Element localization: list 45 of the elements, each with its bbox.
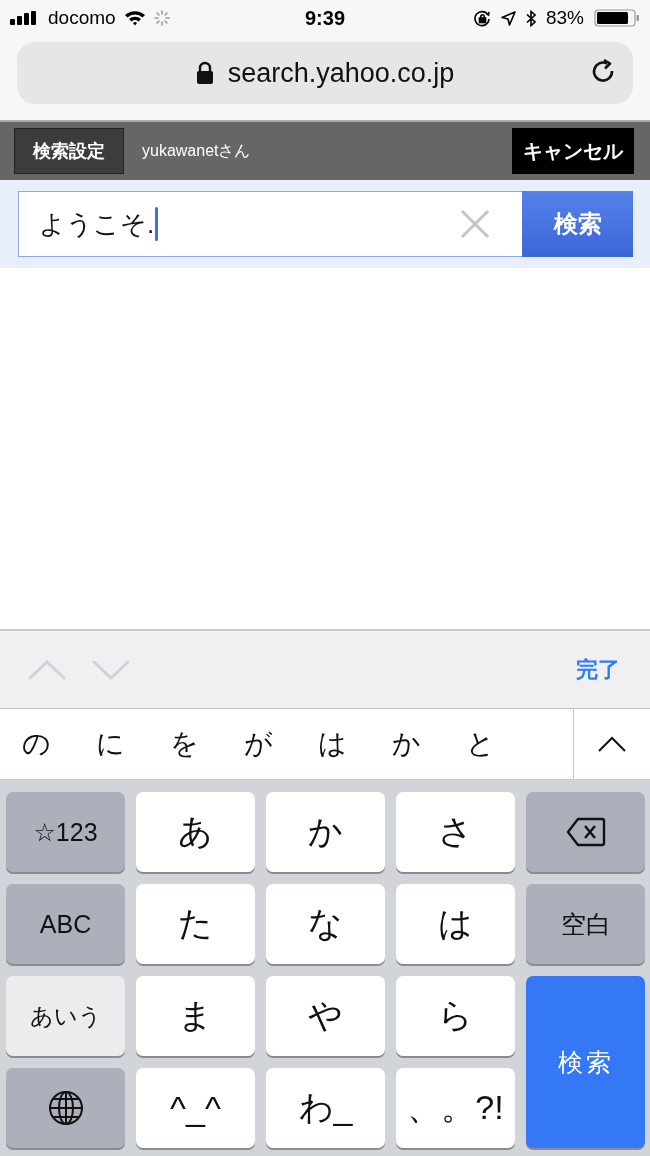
address-bar[interactable]: search.yahoo.co.jp: [17, 42, 633, 104]
keyboard-key[interactable]: 、。?!: [396, 1068, 515, 1148]
user-name: yukawanetさん: [142, 140, 252, 161]
keyboard-key[interactable]: ABC: [6, 884, 125, 964]
keyboard-key[interactable]: や: [266, 976, 385, 1056]
wifi-icon: [123, 10, 146, 26]
expand-chevron-icon[interactable]: [598, 736, 626, 752]
keyboard-key[interactable]: あ: [136, 792, 255, 872]
search-settings-button[interactable]: 検索設定: [14, 128, 124, 174]
candidate-word[interactable]: は: [318, 725, 347, 763]
cancel-button[interactable]: キャンセル: [512, 128, 634, 174]
keyboard-key[interactable]: は: [396, 884, 515, 964]
search-button[interactable]: 検索: [522, 191, 633, 257]
search-field[interactable]: ようこそ.: [18, 191, 522, 257]
lock-icon: [195, 61, 214, 85]
keyboard-key[interactable]: わ_: [266, 1068, 385, 1148]
candidate-word[interactable]: が: [244, 725, 273, 763]
bluetooth-icon: [525, 9, 536, 27]
rotation-lock-icon: [473, 9, 491, 27]
location-arrow-icon: [500, 10, 516, 26]
keyboard-key[interactable]: さ: [396, 792, 515, 872]
candidate-word[interactable]: と: [466, 725, 495, 763]
battery-icon: [594, 9, 640, 27]
keyboard-key[interactable]: ☆123: [6, 792, 125, 872]
candidate-word[interactable]: に: [96, 725, 125, 763]
clock-time: 9:39: [305, 6, 345, 30]
delete-icon: [565, 817, 606, 847]
keyboard-key[interactable]: ^_^: [136, 1068, 255, 1148]
keyboard-key[interactable]: ま: [136, 976, 255, 1056]
candidate-word[interactable]: か: [392, 725, 421, 763]
search-key[interactable]: 検索: [526, 976, 645, 1148]
globe-key[interactable]: [6, 1068, 125, 1148]
keyboard-key[interactable]: た: [136, 884, 255, 964]
keyboard-key[interactable]: な: [266, 884, 385, 964]
keyboard-key[interactable]: 空白: [526, 884, 645, 964]
candidate-word[interactable]: の: [22, 725, 51, 763]
keyboard-key[interactable]: ら: [396, 976, 515, 1056]
battery-percent: 83%: [545, 7, 584, 29]
globe-icon: [47, 1090, 84, 1126]
keyboard-key[interactable]: か: [266, 792, 385, 872]
input-mode-key[interactable]: あいう: [6, 976, 125, 1056]
candidate-word[interactable]: を: [170, 725, 199, 763]
carrier-name: docomo: [48, 7, 116, 29]
loading-spinner-icon: [153, 10, 170, 26]
delete-key[interactable]: [526, 792, 645, 872]
